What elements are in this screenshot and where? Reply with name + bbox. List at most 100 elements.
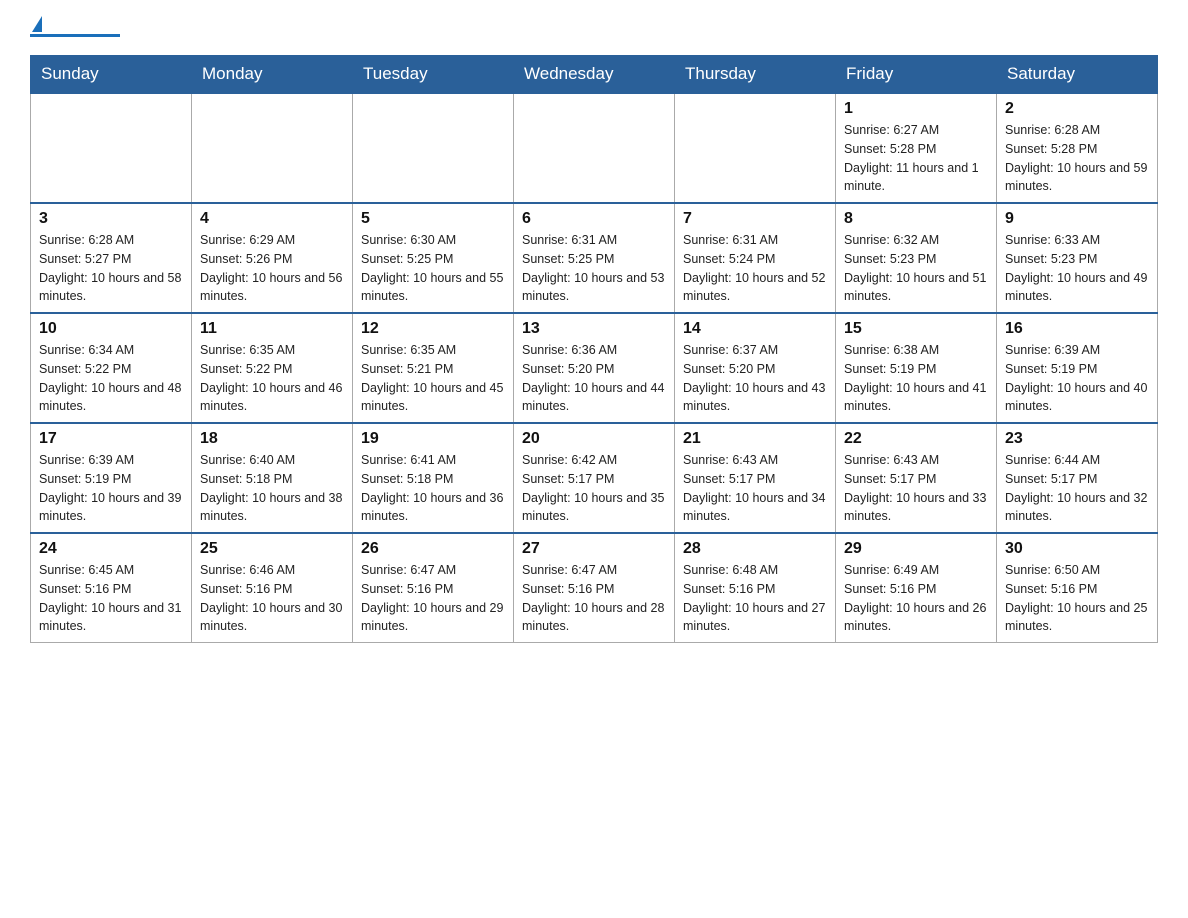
day-info: Sunrise: 6:32 AMSunset: 5:23 PMDaylight:… bbox=[844, 231, 988, 306]
calendar-cell: 17 Sunrise: 6:39 AMSunset: 5:19 PMDayligh… bbox=[31, 423, 192, 533]
calendar-cell: 30 Sunrise: 6:50 AMSunset: 5:16 PMDayligh… bbox=[997, 533, 1158, 643]
calendar-cell: 2 Sunrise: 6:28 AMSunset: 5:28 PMDaylight… bbox=[997, 93, 1158, 203]
calendar-week-3: 10 Sunrise: 6:34 AMSunset: 5:22 PMDayligh… bbox=[31, 313, 1158, 423]
day-info: Sunrise: 6:38 AMSunset: 5:19 PMDaylight:… bbox=[844, 341, 988, 416]
day-number: 23 bbox=[1005, 430, 1149, 448]
day-info: Sunrise: 6:37 AMSunset: 5:20 PMDaylight:… bbox=[683, 341, 827, 416]
calendar-cell: 27 Sunrise: 6:47 AMSunset: 5:16 PMDayligh… bbox=[514, 533, 675, 643]
day-info: Sunrise: 6:27 AMSunset: 5:28 PMDaylight:… bbox=[844, 121, 988, 196]
page-header bbox=[30, 20, 1158, 37]
day-number: 12 bbox=[361, 320, 505, 338]
calendar-cell: 14 Sunrise: 6:37 AMSunset: 5:20 PMDayligh… bbox=[675, 313, 836, 423]
calendar-cell: 15 Sunrise: 6:38 AMSunset: 5:19 PMDayligh… bbox=[836, 313, 997, 423]
column-header-friday: Friday bbox=[836, 56, 997, 94]
day-info: Sunrise: 6:43 AMSunset: 5:17 PMDaylight:… bbox=[683, 451, 827, 526]
calendar-cell: 6 Sunrise: 6:31 AMSunset: 5:25 PMDaylight… bbox=[514, 203, 675, 313]
day-info: Sunrise: 6:44 AMSunset: 5:17 PMDaylight:… bbox=[1005, 451, 1149, 526]
logo bbox=[30, 20, 120, 37]
day-info: Sunrise: 6:47 AMSunset: 5:16 PMDaylight:… bbox=[522, 561, 666, 636]
calendar-week-5: 24Sunrise: 6:45 AMSunset: 5:16 PMDayligh… bbox=[31, 533, 1158, 643]
day-number: 21 bbox=[683, 430, 827, 448]
day-number: 6 bbox=[522, 210, 666, 228]
calendar-cell: 7Sunrise: 6:31 AMSunset: 5:24 PMDaylight… bbox=[675, 203, 836, 313]
day-info: Sunrise: 6:47 AMSunset: 5:16 PMDaylight:… bbox=[361, 561, 505, 636]
calendar-cell: 25 Sunrise: 6:46 AMSunset: 5:16 PMDayligh… bbox=[192, 533, 353, 643]
day-info: Sunrise: 6:40 AMSunset: 5:18 PMDaylight:… bbox=[200, 451, 344, 526]
calendar-cell: 5 Sunrise: 6:30 AMSunset: 5:25 PMDaylight… bbox=[353, 203, 514, 313]
day-info: Sunrise: 6:46 AMSunset: 5:16 PMDaylight:… bbox=[200, 561, 344, 636]
day-number: 5 bbox=[361, 210, 505, 228]
calendar-cell: 10 Sunrise: 6:34 AMSunset: 5:22 PMDayligh… bbox=[31, 313, 192, 423]
day-number: 22 bbox=[844, 430, 988, 448]
day-number: 8 bbox=[844, 210, 988, 228]
calendar-cell: 16 Sunrise: 6:39 AMSunset: 5:19 PMDayligh… bbox=[997, 313, 1158, 423]
day-info: Sunrise: 6:31 AMSunset: 5:25 PMDaylight:… bbox=[522, 231, 666, 306]
calendar-cell: 9 Sunrise: 6:33 AMSunset: 5:23 PMDaylight… bbox=[997, 203, 1158, 313]
day-info: Sunrise: 6:29 AMSunset: 5:26 PMDaylight:… bbox=[200, 231, 344, 306]
calendar-week-4: 17 Sunrise: 6:39 AMSunset: 5:19 PMDayligh… bbox=[31, 423, 1158, 533]
day-info: Sunrise: 6:42 AMSunset: 5:17 PMDaylight:… bbox=[522, 451, 666, 526]
column-header-sunday: Sunday bbox=[31, 56, 192, 94]
calendar-table: SundayMondayTuesdayWednesdayThursdayFrid… bbox=[30, 55, 1158, 643]
calendar-cell: 21 Sunrise: 6:43 AMSunset: 5:17 PMDayligh… bbox=[675, 423, 836, 533]
calendar-cell bbox=[514, 93, 675, 203]
day-number: 25 bbox=[200, 540, 344, 558]
day-info: Sunrise: 6:39 AMSunset: 5:19 PMDaylight:… bbox=[39, 451, 183, 526]
day-number: 28 bbox=[683, 540, 827, 558]
calendar-cell: 28 Sunrise: 6:48 AMSunset: 5:16 PMDayligh… bbox=[675, 533, 836, 643]
day-number: 13 bbox=[522, 320, 666, 338]
day-number: 30 bbox=[1005, 540, 1149, 558]
calendar-cell: 19 Sunrise: 6:41 AMSunset: 5:18 PMDayligh… bbox=[353, 423, 514, 533]
day-number: 11 bbox=[200, 320, 344, 338]
day-number: 3 bbox=[39, 210, 183, 228]
day-info: Sunrise: 6:30 AMSunset: 5:25 PMDaylight:… bbox=[361, 231, 505, 306]
day-number: 4 bbox=[200, 210, 344, 228]
calendar-header-row: SundayMondayTuesdayWednesdayThursdayFrid… bbox=[31, 56, 1158, 94]
calendar-cell: 13 Sunrise: 6:36 AMSunset: 5:20 PMDayligh… bbox=[514, 313, 675, 423]
calendar-week-2: 3 Sunrise: 6:28 AMSunset: 5:27 PMDaylight… bbox=[31, 203, 1158, 313]
calendar-cell: 23 Sunrise: 6:44 AMSunset: 5:17 PMDayligh… bbox=[997, 423, 1158, 533]
day-info: Sunrise: 6:28 AMSunset: 5:27 PMDaylight:… bbox=[39, 231, 183, 306]
calendar-week-1: 1 Sunrise: 6:27 AMSunset: 5:28 PMDaylight… bbox=[31, 93, 1158, 203]
calendar-cell bbox=[192, 93, 353, 203]
day-number: 14 bbox=[683, 320, 827, 338]
logo-underline bbox=[30, 34, 120, 37]
day-number: 27 bbox=[522, 540, 666, 558]
calendar-cell bbox=[675, 93, 836, 203]
calendar-cell: 26Sunrise: 6:47 AMSunset: 5:16 PMDayligh… bbox=[353, 533, 514, 643]
column-header-wednesday: Wednesday bbox=[514, 56, 675, 94]
calendar-cell: 3 Sunrise: 6:28 AMSunset: 5:27 PMDaylight… bbox=[31, 203, 192, 313]
day-number: 29 bbox=[844, 540, 988, 558]
day-number: 17 bbox=[39, 430, 183, 448]
day-info: Sunrise: 6:35 AMSunset: 5:21 PMDaylight:… bbox=[361, 341, 505, 416]
column-header-monday: Monday bbox=[192, 56, 353, 94]
calendar-cell: 11Sunrise: 6:35 AMSunset: 5:22 PMDayligh… bbox=[192, 313, 353, 423]
calendar-cell: 29Sunrise: 6:49 AMSunset: 5:16 PMDayligh… bbox=[836, 533, 997, 643]
day-info: Sunrise: 6:36 AMSunset: 5:20 PMDaylight:… bbox=[522, 341, 666, 416]
column-header-thursday: Thursday bbox=[675, 56, 836, 94]
day-info: Sunrise: 6:28 AMSunset: 5:28 PMDaylight:… bbox=[1005, 121, 1149, 196]
day-info: Sunrise: 6:34 AMSunset: 5:22 PMDaylight:… bbox=[39, 341, 183, 416]
column-header-saturday: Saturday bbox=[997, 56, 1158, 94]
day-number: 19 bbox=[361, 430, 505, 448]
day-number: 15 bbox=[844, 320, 988, 338]
calendar-cell bbox=[31, 93, 192, 203]
calendar-cell: 20 Sunrise: 6:42 AMSunset: 5:17 PMDayligh… bbox=[514, 423, 675, 533]
calendar-cell: 18Sunrise: 6:40 AMSunset: 5:18 PMDayligh… bbox=[192, 423, 353, 533]
calendar-cell: 22 Sunrise: 6:43 AMSunset: 5:17 PMDayligh… bbox=[836, 423, 997, 533]
day-info: Sunrise: 6:31 AMSunset: 5:24 PMDaylight:… bbox=[683, 231, 827, 306]
day-number: 10 bbox=[39, 320, 183, 338]
day-info: Sunrise: 6:33 AMSunset: 5:23 PMDaylight:… bbox=[1005, 231, 1149, 306]
day-number: 2 bbox=[1005, 100, 1149, 118]
day-number: 16 bbox=[1005, 320, 1149, 338]
day-info: Sunrise: 6:50 AMSunset: 5:16 PMDaylight:… bbox=[1005, 561, 1149, 636]
day-info: Sunrise: 6:48 AMSunset: 5:16 PMDaylight:… bbox=[683, 561, 827, 636]
day-info: Sunrise: 6:43 AMSunset: 5:17 PMDaylight:… bbox=[844, 451, 988, 526]
day-number: 1 bbox=[844, 100, 988, 118]
day-number: 20 bbox=[522, 430, 666, 448]
day-info: Sunrise: 6:39 AMSunset: 5:19 PMDaylight:… bbox=[1005, 341, 1149, 416]
day-info: Sunrise: 6:41 AMSunset: 5:18 PMDaylight:… bbox=[361, 451, 505, 526]
calendar-cell: 8 Sunrise: 6:32 AMSunset: 5:23 PMDaylight… bbox=[836, 203, 997, 313]
calendar-cell: 4 Sunrise: 6:29 AMSunset: 5:26 PMDaylight… bbox=[192, 203, 353, 313]
day-number: 9 bbox=[1005, 210, 1149, 228]
